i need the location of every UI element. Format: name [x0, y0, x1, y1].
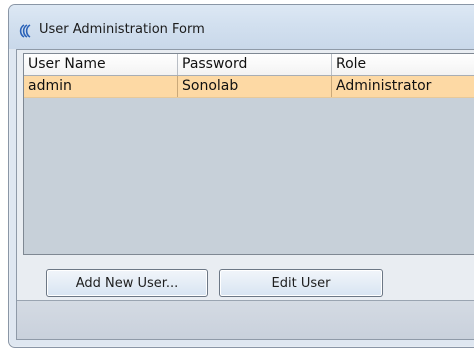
cell-password[interactable]: Sonolab — [178, 76, 332, 97]
cell-role[interactable]: Administrator — [332, 76, 474, 97]
user-administration-window: User Administration Form User Name Passw… — [8, 4, 474, 348]
cell-user-name[interactable]: admin — [24, 76, 178, 97]
app-logo-icon — [17, 23, 35, 38]
column-header-role[interactable]: Role — [332, 54, 474, 75]
title-bar[interactable]: User Administration Form — [9, 5, 474, 49]
users-grid[interactable]: User Name Password Role admin Sonolab Ad… — [23, 53, 474, 255]
edit-user-button[interactable]: Edit User — [219, 269, 383, 297]
grid-header: User Name Password Role — [24, 54, 474, 76]
column-header-password[interactable]: Password — [178, 54, 332, 75]
table-row[interactable]: admin Sonolab Administrator — [24, 76, 474, 98]
form-client-area: User Name Password Role admin Sonolab Ad… — [16, 49, 474, 340]
add-new-user-button[interactable]: Add New User... — [46, 269, 208, 297]
status-bar — [17, 300, 474, 339]
window-title: User Administration Form — [39, 22, 205, 37]
column-header-user-name[interactable]: User Name — [24, 54, 178, 75]
